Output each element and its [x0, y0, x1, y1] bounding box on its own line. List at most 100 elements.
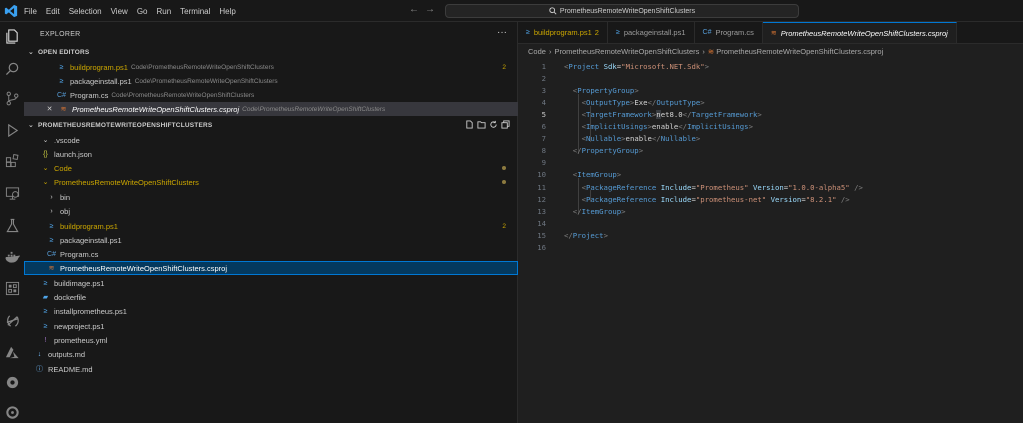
code-line[interactable]: 2 — [518, 72, 564, 84]
remote-explorer-icon[interactable] — [4, 185, 20, 201]
line-number: 9 — [541, 158, 546, 168]
tree-folder-bin[interactable]: › bin — [24, 190, 518, 204]
tree-file-newproject[interactable]: ≥ newproject.ps1 — [24, 319, 518, 333]
gear-icon[interactable] — [4, 374, 20, 390]
tab-label: buildprogram.ps1 — [533, 28, 592, 37]
tree-folder-project[interactable]: ⌄ PrometheusRemoteWriteOpenShiftClusters — [24, 175, 518, 189]
line-content: <Nullable>enable</Nullable> — [581, 134, 701, 144]
search-icon[interactable] — [4, 60, 20, 76]
line-content: <ItemGroup> — [572, 170, 622, 180]
menu-item-help[interactable]: Help — [219, 7, 235, 16]
tab-csproj-active[interactable]: ≋ PrometheusRemoteWriteOpenShiftClusters… — [762, 22, 957, 43]
tree-file-buildprogram[interactable]: ≥ buildprogram.ps1 2 — [24, 219, 518, 233]
tree-file-launch-json[interactable]: {} launch.json — [24, 147, 518, 161]
back-arrow-icon[interactable]: ← — [409, 4, 425, 15]
run-debug-icon[interactable] — [4, 122, 20, 138]
chevron-down-icon: ⌄ — [42, 165, 49, 172]
line-content: </ItemGroup> — [572, 206, 626, 216]
code-line[interactable]: 8 </PropertyGroup> — [518, 145, 644, 157]
code-line[interactable]: 11 <PackageReference Include="Prometheus… — [518, 181, 863, 193]
tree-file-outputs-md[interactable]: ↓ outputs.md — [24, 347, 518, 361]
folder-toolbar — [462, 120, 510, 129]
json-file-icon: {} — [43, 150, 48, 158]
tree-file-prometheus-yml[interactable]: ! prometheus.yml — [24, 333, 518, 347]
code-line[interactable]: 12 <PackageReference Include="prometheus… — [518, 193, 849, 205]
testing-icon[interactable] — [4, 217, 20, 233]
code-line[interactable]: 5 <TargetFramework>net8.0</TargetFramewo… — [518, 108, 762, 120]
open-editors-header[interactable]: ⌄ OPEN EDITORS — [24, 45, 518, 59]
open-editor-path: Code\PrometheusRemoteWriteOpenShiftClust… — [242, 105, 386, 113]
menu-item-run[interactable]: Run — [156, 7, 171, 16]
folder-section-header[interactable]: ⌄ PROMETHEUSREMOTEWRITEOPENSHIFTCLUSTERS — [24, 118, 518, 132]
openshift-icon[interactable] — [4, 312, 20, 328]
open-editor-item-active[interactable]: ✕ ≋ PrometheusRemoteWriteOpenShiftCluste… — [24, 102, 518, 116]
new-file-icon[interactable] — [465, 120, 474, 129]
tree-file-program-cs[interactable]: C# Program.cs — [24, 247, 518, 261]
menu-item-edit[interactable]: Edit — [46, 7, 60, 16]
forward-arrow-icon[interactable]: → — [425, 4, 441, 15]
menu-item-selection[interactable]: Selection — [69, 7, 102, 16]
breadcrumb-item[interactable]: PrometheusRemoteWriteOpenShiftClusters — [554, 47, 699, 56]
menu-item-view[interactable]: View — [111, 7, 128, 16]
line-number: 12 — [537, 194, 546, 204]
tree-item-label: launch.json — [54, 149, 92, 159]
azure-icon[interactable] — [4, 344, 20, 360]
tree-folder-vscode[interactable]: ⌄ .vscode — [24, 133, 518, 147]
menu-item-terminal[interactable]: Terminal — [180, 7, 210, 16]
explorer-icon[interactable] — [4, 28, 20, 44]
vscode-logo-icon[interactable] — [4, 4, 18, 18]
code-line[interactable]: 4 <OutputType>Exe</OutputType> — [518, 96, 705, 108]
tree-file-installprometheus[interactable]: ≥ installprometheus.ps1 — [24, 304, 518, 318]
line-number: 15 — [537, 230, 546, 240]
code-line[interactable]: 10 <ItemGroup> — [518, 169, 621, 181]
docker-icon[interactable] — [4, 249, 20, 265]
kubernetes-icon[interactable] — [4, 280, 20, 296]
code-line[interactable]: 1 <Project Sdk="Microsoft.NET.Sdk"> — [518, 60, 709, 72]
open-editor-item[interactable]: ≥ buildprogram.ps1 Code\PrometheusRemote… — [24, 60, 518, 74]
new-folder-icon[interactable] — [477, 120, 486, 129]
refresh-icon[interactable] — [489, 120, 498, 129]
tree-item-label: Code — [54, 163, 72, 173]
tree-file-readme-md[interactable]: ⓘ README.md — [24, 362, 518, 376]
code-line[interactable]: 16 — [518, 242, 564, 254]
code-line[interactable]: 3 <PropertyGroup> — [518, 84, 639, 96]
more-actions-icon[interactable]: ··· — [497, 27, 507, 38]
tab-buildprogram[interactable]: ≥ buildprogram.ps1 2 — [518, 22, 608, 43]
menu-item-go[interactable]: Go — [137, 7, 148, 16]
code-line[interactable]: 15 </Project> — [518, 229, 608, 241]
code-line[interactable]: 14 — [518, 217, 564, 229]
problem-count-badge: 2 — [502, 63, 506, 71]
menu-item-file[interactable]: File — [24, 7, 37, 16]
open-editor-item[interactable]: ≥ packageinstall.ps1 Code\PrometheusRemo… — [24, 74, 518, 88]
extensions-icon[interactable] — [4, 152, 20, 168]
source-control-icon[interactable] — [4, 90, 20, 106]
code-line[interactable]: 9 — [518, 157, 564, 169]
chevron-down-icon: ⌄ — [42, 137, 49, 144]
breadcrumb-item[interactable]: PrometheusRemoteWriteOpenShiftClusters.c… — [716, 47, 883, 56]
tree-item-label: obj — [60, 206, 71, 216]
code-line[interactable]: 7 <Nullable>enable</Nullable> — [518, 133, 701, 145]
line-number: 14 — [537, 218, 546, 228]
tree-folder-code[interactable]: ⌄ Code — [24, 161, 518, 175]
tree-file-csproj-selected[interactable]: ≋ PrometheusRemoteWriteOpenShiftClusters… — [24, 261, 518, 275]
close-icon[interactable]: ✕ — [44, 105, 55, 113]
tree-item-label: PrometheusRemoteWriteOpenShiftClusters — [54, 177, 199, 187]
tab-program-cs[interactable]: C# Program.cs — [695, 22, 763, 43]
line-content: <OutputType>Exe</OutputType> — [581, 97, 705, 107]
tree-file-buildimage[interactable]: ≥ buildimage.ps1 — [24, 276, 518, 290]
tab-packageinstall[interactable]: ≥ packageinstall.ps1 — [608, 22, 695, 43]
tree-file-packageinstall[interactable]: ≥ packageinstall.ps1 — [24, 233, 518, 247]
code-editor[interactable]: 1 <Project Sdk="Microsoft.NET.Sdk"> 2 3 <Pr… — [518, 58, 1023, 423]
code-line[interactable]: 6 <ImplicitUsings>enable</ImplicitUsings… — [518, 121, 753, 133]
tab-label: Program.cs — [715, 28, 754, 37]
breadcrumb-item[interactable]: Code — [528, 47, 546, 56]
cluster-icon[interactable] — [4, 404, 20, 420]
collapse-all-icon[interactable] — [501, 120, 510, 129]
tree-folder-obj[interactable]: › obj — [24, 204, 518, 218]
tree-file-dockerfile[interactable]: ▰ dockerfile — [24, 290, 518, 304]
open-editor-item[interactable]: C# Program.cs Code\PrometheusRemoteWrite… — [24, 88, 518, 102]
command-center-search[interactable]: PrometheusRemoteWriteOpenShiftClusters — [445, 4, 799, 18]
code-line[interactable]: 13 </ItemGroup> — [518, 205, 626, 217]
modified-dot-icon — [502, 166, 506, 170]
powershell-file-icon: ≥ — [615, 29, 620, 36]
